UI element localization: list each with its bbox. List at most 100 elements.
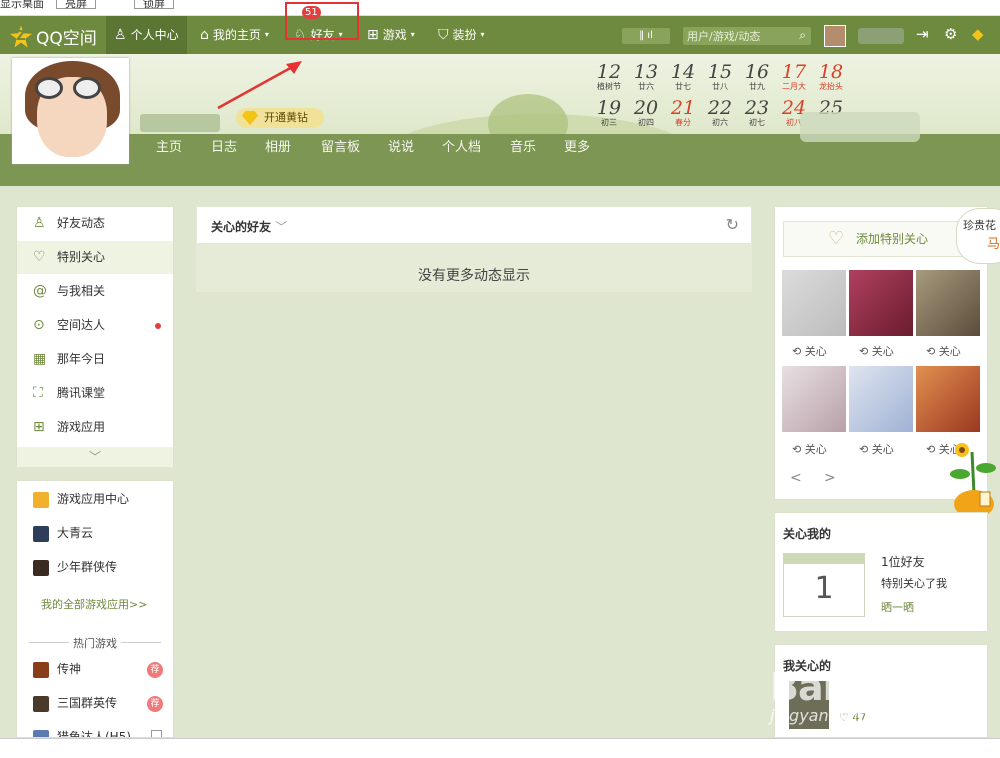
sidebar-item-space-star[interactable]: ⊙ 空间达人 (17, 309, 173, 342)
promo-bubble[interactable]: 珍贵花 马上 (956, 208, 1000, 264)
calendar-day[interactable]: 23 初七 (740, 98, 774, 127)
tab-home[interactable]: 主页 (156, 136, 211, 155)
care-button[interactable]: ⟲ 关心 (792, 441, 827, 457)
friend-thumbnail[interactable] (782, 270, 846, 336)
calendar-day[interactable]: 19 初三 (592, 98, 626, 127)
nav-label: 游戏 (382, 28, 407, 42)
logout-icon[interactable]: ⇥ (916, 25, 929, 43)
hot-game-item[interactable]: 传神 荐 (17, 653, 173, 686)
calendar-day[interactable]: 17 二月大 (777, 62, 811, 91)
nav-dressup[interactable]: ⛉ 装扮 ▾ (438, 16, 485, 54)
game-item[interactable]: 大青云 (17, 517, 173, 550)
friend-thumbnail[interactable] (849, 270, 913, 336)
expand-more-button[interactable]: ﹀ (17, 447, 173, 467)
hot-game-item[interactable]: 三国群英传 荐 (17, 687, 173, 720)
checkbox[interactable] (151, 730, 162, 737)
tab-album[interactable]: 相册 (265, 136, 321, 155)
tab-blog[interactable]: 日志 (211, 136, 265, 155)
profile-tabs: 主页 日志 相册 留言板 说说 个人档 音乐 更多 (156, 136, 604, 155)
care-button[interactable]: ⟲ 关心 (926, 343, 961, 359)
calendar-day[interactable]: 15 廿八 (703, 62, 737, 91)
calendar-day[interactable]: 14 廿七 (666, 62, 700, 91)
sidebar-item-special-care[interactable]: ♡ 特别关心 (17, 241, 173, 274)
all-games-link[interactable]: 我的全部游戏应用>> (41, 596, 147, 612)
grid-icon: ⊞ (33, 419, 45, 435)
tab-guestbook[interactable]: 留言板 (321, 136, 388, 155)
care-button[interactable]: ⟲ 关心 (859, 343, 894, 359)
friend-thumbnail[interactable] (916, 270, 980, 336)
strip-button-2[interactable]: 锁屏 (134, 0, 174, 10)
tab-music[interactable]: 音乐 (510, 136, 564, 155)
heart-icon: ♡ (828, 228, 845, 249)
prev-page-button[interactable]: < (790, 470, 802, 486)
sidebar-item-this-day[interactable]: ▦ 那年今日 (17, 343, 173, 376)
calendar-day-lunar: 廿七 (675, 82, 691, 91)
bubble-text-2: 马上 (987, 237, 1000, 252)
game-icon (33, 662, 49, 678)
calendar-day[interactable]: 21 春分 (666, 98, 700, 127)
profile-avatar[interactable] (12, 58, 129, 164)
calendar-day[interactable]: 18 龙抬头 (814, 62, 848, 91)
nav-username-blurred[interactable] (858, 28, 904, 44)
view-toggle-button[interactable]: ‖ ıl (622, 28, 670, 44)
tab-profile[interactable]: 个人档 (442, 136, 510, 155)
share-link[interactable]: 晒一晒 (881, 599, 914, 615)
care-button[interactable]: ⟲ 关心 (792, 343, 827, 359)
nav-personal-center[interactable]: ♙ 个人中心 (106, 16, 187, 54)
care-label: 关心 (871, 345, 894, 358)
calendar-day[interactable]: 12 植树节 (592, 62, 626, 91)
friends-icon: ♙ (33, 215, 46, 231)
search-icon[interactable]: ⌕ (799, 28, 806, 43)
search-input[interactable] (687, 28, 787, 44)
hot-game-item[interactable]: 猎龟达人(H5) (17, 721, 173, 737)
calendar-day[interactable]: 20 初四 (629, 98, 663, 127)
care-button[interactable]: ⟲ 关心 (859, 441, 894, 457)
diamond-icon[interactable]: ◆ (972, 25, 984, 43)
friend-thumbnail[interactable] (916, 366, 980, 432)
calendar-day[interactable]: 13 廿六 (629, 62, 663, 91)
game-center-link[interactable]: 游戏应用中心 (17, 483, 173, 516)
sidebar-item-friend-feed[interactable]: ♙ 好友动态 (17, 207, 173, 240)
sidebar-item-label: 特别关心 (57, 250, 106, 264)
calendar-day-lunar: 初三 (601, 118, 617, 127)
nav-avatar[interactable] (824, 25, 846, 47)
nav-games[interactable]: ⊞ 游戏 ▾ (367, 16, 415, 54)
nav-my-home[interactable]: ⌂ 我的主页 ▾ (200, 16, 269, 54)
calendar-day[interactable]: 16 廿九 (740, 62, 774, 91)
qzone-logo[interactable]: Z QQ空间 (10, 24, 97, 49)
sidebar-item-related[interactable]: @ 与我相关 (17, 275, 173, 308)
tab-more[interactable]: 更多 (564, 136, 604, 155)
tab-shuoshuo[interactable]: 说说 (388, 136, 442, 155)
calendar-day-number: 17 (781, 61, 807, 83)
open-vip-button[interactable]: 开通黄钻 (236, 108, 324, 128)
calendar-day-lunar: 廿九 (749, 82, 765, 91)
sidebar-item-tencent-class[interactable]: ⛶ 腾讯课堂 (17, 377, 173, 410)
day-card-top (784, 554, 864, 564)
gear-icon[interactable]: ⚙ (944, 25, 957, 43)
nav-label: 个人中心 (130, 28, 179, 42)
bottom-strip (0, 738, 1000, 758)
add-special-care-button[interactable]: ♡ 添加特别关心 (783, 221, 973, 257)
game-icon (33, 696, 49, 712)
calendar-day[interactable]: 22 初六 (703, 98, 737, 127)
refresh-icon[interactable]: ↻ (726, 215, 739, 234)
friend-thumbnail[interactable] (782, 366, 846, 432)
next-page-button[interactable]: > (824, 470, 836, 486)
strip-button-1[interactable]: 亮屏 (56, 0, 96, 10)
sunflower-pot-icon[interactable] (946, 442, 998, 520)
calendar-day-lunar: 春分 (675, 118, 691, 127)
friend-thumbnail[interactable] (849, 366, 913, 432)
calendar-icon: ▦ (33, 351, 47, 367)
sidebar-item-game-apps[interactable]: ⊞ 游戏应用 (17, 411, 173, 444)
feed-filter-dropdown[interactable]: 关心的好友 ﹀ (211, 218, 287, 235)
calendar-day-number: 20 (633, 97, 659, 119)
calendar-day-lunar: 廿六 (638, 82, 654, 91)
sidebar-item-label: 游戏应用 (57, 420, 106, 434)
sidebar-item-label: 腾讯课堂 (57, 386, 106, 400)
sidebar-item-label: 空间达人 (57, 318, 106, 332)
sidebar-item-label: 好友动态 (57, 216, 106, 230)
feed-empty-message: 没有更多动态显示 (196, 244, 752, 292)
game-item[interactable]: 少年群侠传 (17, 551, 173, 584)
play-icon: ⊙ (33, 317, 45, 333)
shirt-icon: ⛉ (438, 27, 449, 43)
